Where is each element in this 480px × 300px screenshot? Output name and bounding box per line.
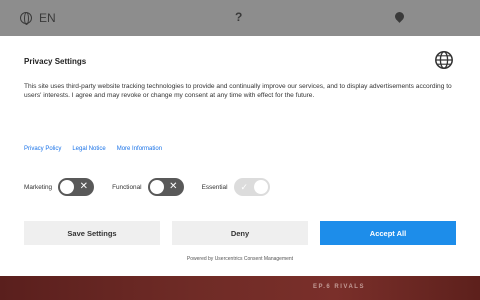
- language-selector[interactable]: EN: [20, 11, 56, 25]
- globe-icon[interactable]: [434, 50, 454, 70]
- marketing-label: Marketing: [24, 183, 53, 191]
- more-information-link[interactable]: More Information: [117, 146, 162, 152]
- toggle-knob: [60, 180, 75, 194]
- marketing-toggle[interactable]: ✕: [58, 178, 95, 196]
- help-icon[interactable]: ?: [235, 10, 242, 24]
- dialog-description: This site uses third-party website track…: [24, 83, 452, 99]
- marketing-toggle-group: Marketing ✕: [24, 178, 95, 196]
- accept-all-button[interactable]: Accept All: [320, 221, 456, 245]
- globe-icon: [20, 12, 32, 25]
- banner-tag: EP.6 RIVALS: [313, 284, 365, 290]
- functional-toggle-group: Functional ✕: [112, 178, 184, 196]
- consent-toggles: Marketing ✕ Functional ✕ Essential ✓: [24, 178, 288, 196]
- dialog-buttons: Save Settings Deny Accept All: [24, 221, 456, 245]
- functional-toggle[interactable]: ✕: [147, 178, 184, 196]
- dialog-title: Privacy Settings: [24, 57, 87, 66]
- toggle-knob: [149, 180, 164, 194]
- location-pin-icon[interactable]: [393, 10, 406, 23]
- x-icon: ✕: [79, 181, 89, 192]
- essential-toggle-group: Essential ✓: [202, 178, 270, 196]
- functional-label: Functional: [112, 183, 142, 191]
- check-icon: ✓: [240, 182, 249, 192]
- legal-notice-link[interactable]: Legal Notice: [72, 146, 105, 152]
- powered-by-text: Powered by Usercentrics Consent Manageme…: [186, 256, 294, 262]
- essential-label: Essential: [201, 183, 228, 191]
- background-banner: [0, 276, 480, 300]
- privacy-policy-link[interactable]: Privacy Policy: [24, 146, 61, 152]
- x-icon: ✕: [169, 181, 178, 192]
- essential-toggle: ✓: [233, 178, 270, 196]
- deny-button[interactable]: Deny: [172, 221, 308, 245]
- background-header: EN ?: [0, 0, 480, 36]
- dialog-links: Privacy Policy Legal Notice More Informa…: [24, 146, 162, 152]
- privacy-settings-dialog: Privacy Settings This site uses third-pa…: [0, 36, 480, 276]
- toggle-knob: [253, 180, 268, 194]
- language-label: EN: [39, 11, 56, 25]
- save-settings-button[interactable]: Save Settings: [24, 221, 160, 245]
